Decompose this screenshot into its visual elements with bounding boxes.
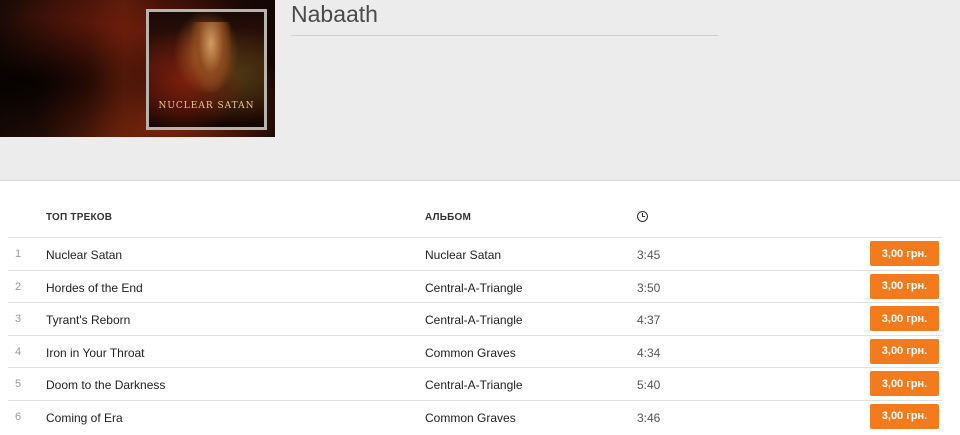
album-cover-image[interactable]: NUCLEAR SATAN — [146, 9, 267, 130]
clock-icon — [637, 211, 648, 222]
track-duration: 3:45 — [637, 248, 661, 262]
title-divider — [291, 35, 718, 36]
buy-button[interactable]: 3,00 грн. — [870, 306, 939, 332]
column-header-track: ТОП ТРЕКОВ — [46, 212, 113, 223]
track-album[interactable]: Central-A-Triangle — [425, 281, 523, 295]
track-number: 2 — [15, 280, 22, 293]
buy-button[interactable]: 3,00 грн. — [870, 273, 939, 299]
cover-title: NUCLEAR SATAN — [158, 101, 255, 111]
track-title[interactable]: Coming of Era — [46, 411, 123, 425]
track-album[interactable]: Central-A-Triangle — [425, 313, 523, 327]
column-header-album: АЛЬБОМ — [425, 212, 472, 223]
track-duration: 3:46 — [637, 410, 661, 425]
track-album[interactable]: Common Graves — [425, 346, 516, 360]
buy-button[interactable]: 3,00 грн. — [870, 403, 939, 429]
track-number: 4 — [15, 345, 22, 358]
track-album[interactable]: Nuclear Satan — [425, 248, 501, 262]
track-album[interactable]: Central-A-Triangle — [425, 378, 523, 392]
track-title[interactable]: Iron in Your Throat — [46, 346, 145, 360]
track-number: 5 — [15, 378, 22, 391]
track-title[interactable]: Nuclear Satan — [46, 248, 122, 262]
buy-button[interactable]: 3,00 грн. — [870, 338, 939, 364]
table-row[interactable]: 3 Tyrant's Reborn Central-A-Triangle 4:3… — [8, 302, 942, 335]
buy-button[interactable]: 3,00 грн. — [870, 371, 939, 397]
table-row[interactable]: 1 Nuclear Satan Nuclear Satan 3:45 3,00 … — [8, 237, 942, 270]
track-duration: 4:37 — [637, 313, 661, 328]
cover-artwork-figure — [191, 22, 231, 92]
track-duration: 4:34 — [637, 345, 661, 360]
track-album[interactable]: Common Graves — [425, 411, 516, 425]
column-header-duration — [637, 211, 648, 225]
track-list: 1 Nuclear Satan Nuclear Satan 3:45 3,00 … — [0, 237, 960, 433]
track-duration: 3:50 — [637, 280, 661, 295]
track-number: 6 — [15, 410, 22, 423]
table-row[interactable]: 2 Hordes of the End Central-A-Triangle 3… — [8, 269, 942, 303]
track-title[interactable]: Doom to the Darkness — [46, 378, 165, 392]
track-number: 1 — [15, 248, 22, 260]
track-number: 3 — [15, 313, 22, 326]
table-row[interactable]: 4 Iron in Your Throat Common Graves 4:34… — [8, 334, 942, 368]
artist-header: NUCLEAR SATAN Nabaath — [0, 0, 960, 181]
buy-button[interactable]: 3,00 грн. — [870, 241, 939, 266]
track-title[interactable]: Tyrant's Reborn — [46, 313, 130, 327]
table-row[interactable]: 5 Doom to the Darkness Central-A-Triangl… — [8, 367, 942, 400]
table-row[interactable]: 6 Coming of Era Common Graves 3:46 3,00 … — [8, 399, 942, 433]
artist-name: Nabaath — [291, 1, 378, 27]
table-header: ТОП ТРЕКОВ АЛЬБОМ — [0, 204, 960, 234]
track-duration: 5:40 — [637, 378, 661, 393]
track-title[interactable]: Hordes of the End — [46, 281, 143, 295]
